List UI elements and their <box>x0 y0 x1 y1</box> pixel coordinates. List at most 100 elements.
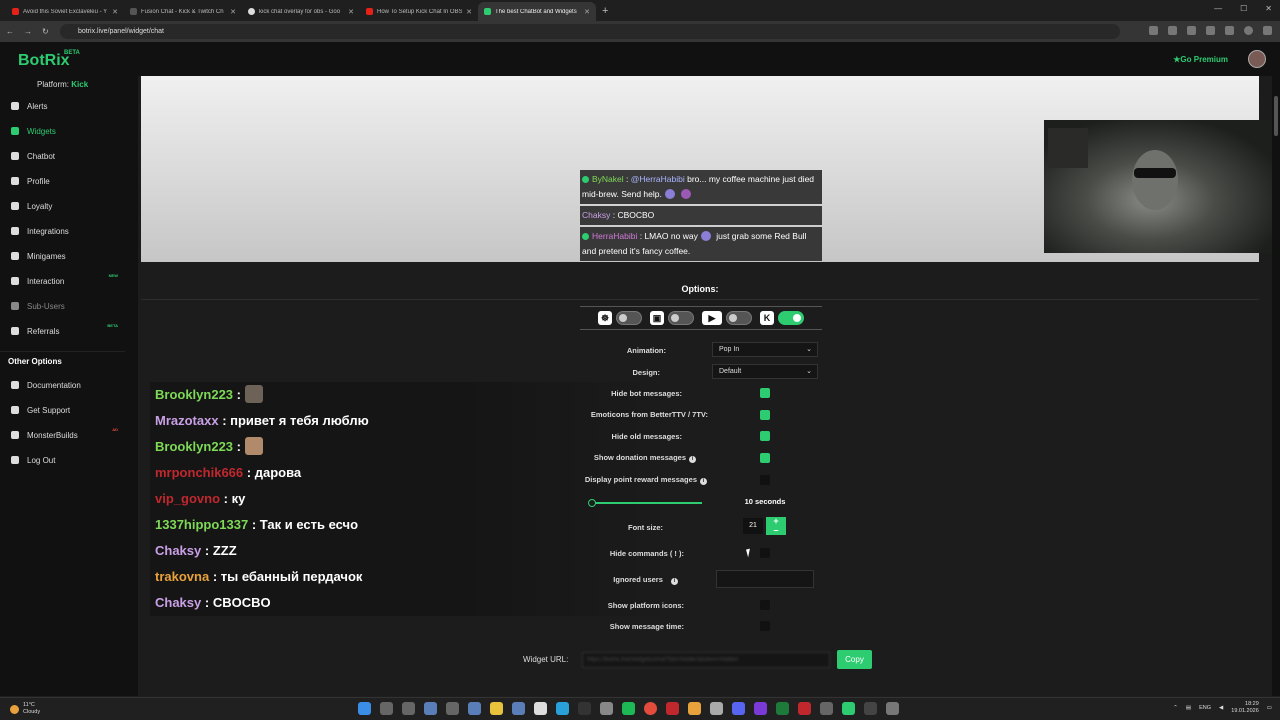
widget-url-field[interactable]: https://botrix.live/widgets/chat?bid=hid… <box>582 652 830 668</box>
ignored-users-input[interactable] <box>716 570 814 588</box>
point-reward-checkbox[interactable] <box>760 475 770 485</box>
spotify-icon[interactable] <box>622 702 635 715</box>
sidebar-item-log-out[interactable]: Log Out <box>0 450 138 470</box>
steam-icon[interactable] <box>578 702 591 715</box>
app-icon[interactable] <box>820 702 833 715</box>
close-tab-icon[interactable]: ✕ <box>230 8 236 16</box>
platform-toggle-twitch[interactable]: ▣ <box>650 311 694 325</box>
hide-old-duration-slider[interactable] <box>588 499 702 507</box>
forward-icon[interactable]: → <box>24 27 32 36</box>
folder-icon[interactable] <box>490 702 503 715</box>
profile-icon[interactable] <box>1244 26 1253 35</box>
sidebar-item-profile[interactable]: Profile <box>0 171 138 191</box>
avatar[interactable] <box>1248 50 1266 68</box>
bookmark-star-icon[interactable] <box>1149 26 1158 35</box>
font-size-input[interactable]: 21 <box>743 518 763 534</box>
hide-commands-checkbox[interactable] <box>760 548 770 558</box>
search-icon[interactable] <box>380 702 393 715</box>
browser-tab[interactable]: Avoid this Soviet Exclaveleu - Y ✕ <box>6 2 124 21</box>
app-icon[interactable] <box>798 702 811 715</box>
info-icon[interactable]: i <box>689 456 696 463</box>
app-icon[interactable] <box>512 702 525 715</box>
toggle[interactable] <box>778 311 804 325</box>
hide-old-checkbox[interactable] <box>760 431 770 441</box>
toggle[interactable] <box>668 311 694 325</box>
excel-icon[interactable] <box>776 702 789 715</box>
slider-knob[interactable] <box>588 499 596 507</box>
close-window-icon[interactable]: ✕ <box>1265 4 1272 13</box>
app-icon[interactable] <box>842 702 855 715</box>
sidebar-item-get-support[interactable]: Get Support <box>0 400 138 420</box>
url-input[interactable]: botrix.live/panel/widget/chat <box>60 24 1120 39</box>
browser-tab[interactable]: kick chat overlay for obs - Goo ✕ <box>242 2 360 21</box>
app-icon[interactable] <box>666 702 679 715</box>
hide-bot-checkbox[interactable] <box>760 388 770 398</box>
close-tab-icon[interactable]: ✕ <box>348 8 354 16</box>
obs-icon[interactable] <box>600 702 613 715</box>
reload-icon[interactable]: ↻ <box>42 27 49 36</box>
chrome-icon[interactable] <box>644 702 657 715</box>
show-time-checkbox[interactable] <box>760 621 770 631</box>
tray-chevron-icon[interactable]: ⌃ <box>1173 705 1178 711</box>
app-icon[interactable] <box>886 702 899 715</box>
browser-tab-active[interactable]: The best ChatBot and Widgets ✕ <box>478 2 596 21</box>
design-select[interactable]: Default ⌄ <box>712 364 818 379</box>
sidebar-item-chatbot[interactable]: Chatbot <box>0 146 138 166</box>
sidebar-item-loyalty[interactable]: Loyalty <box>0 196 138 216</box>
app-icon[interactable] <box>446 702 459 715</box>
info-icon[interactable]: i <box>700 478 707 485</box>
lang-indicator[interactable]: ENG <box>1199 705 1211 711</box>
extension-icon[interactable] <box>1206 26 1215 35</box>
sidebar-item-interaction[interactable]: Interaction NEW <box>0 271 138 291</box>
discord-icon[interactable] <box>732 702 745 715</box>
botrix-logo[interactable]: BotRix <box>18 52 70 70</box>
app-icon[interactable] <box>710 702 723 715</box>
sidebar-item-monsterbuilds[interactable]: MonsterBuilds AD <box>0 425 138 445</box>
info-icon[interactable]: i <box>671 578 678 585</box>
extension-icon[interactable] <box>1225 26 1234 35</box>
browser-tab[interactable]: Fusion Chat - Kick & Twitch Ch ✕ <box>124 2 242 21</box>
font-size-stepper[interactable]: + – <box>766 517 786 535</box>
sidebar-item-referrals[interactable]: Referrals BETA <box>0 321 138 341</box>
app-icon[interactable] <box>688 702 701 715</box>
task-view-icon[interactable] <box>402 702 415 715</box>
toggle[interactable] <box>616 311 642 325</box>
app-icon[interactable] <box>754 702 767 715</box>
copy-button[interactable]: Copy <box>837 650 872 669</box>
maximize-icon[interactable]: ☐ <box>1240 4 1247 13</box>
notification-icon[interactable]: ▭ <box>1267 705 1272 711</box>
platform-toggle-youtube[interactable]: ▶ <box>702 311 752 325</box>
back-icon[interactable]: ← <box>6 27 14 36</box>
go-premium-button[interactable]: ★Go Premium <box>1173 55 1228 64</box>
sidebar-item-widgets[interactable]: Widgets <box>0 121 138 141</box>
menu-icon[interactable] <box>1263 26 1272 35</box>
clock[interactable]: 18:29 19.01.2026 <box>1231 701 1259 715</box>
close-tab-icon[interactable]: ✕ <box>112 8 118 16</box>
extension-icon[interactable] <box>1168 26 1177 35</box>
show-platform-checkbox[interactable] <box>760 600 770 610</box>
page-scrollbar[interactable] <box>1272 76 1280 696</box>
sidebar-item-minigames[interactable]: Minigames <box>0 246 138 266</box>
toggle[interactable] <box>726 311 752 325</box>
sidebar-item-documentation[interactable]: Documentation <box>0 375 138 395</box>
weather-widget[interactable]: 11°C Cloudy <box>10 702 40 716</box>
close-tab-icon[interactable]: ✕ <box>584 8 590 16</box>
close-tab-icon[interactable]: ✕ <box>466 8 472 16</box>
platform-toggle-kick[interactable]: K <box>760 311 804 325</box>
extension-icon[interactable] <box>1187 26 1196 35</box>
app-icon[interactable] <box>424 702 437 715</box>
sidebar-item-alerts[interactable]: Alerts <box>0 96 138 116</box>
telegram-icon[interactable] <box>556 702 569 715</box>
volume-icon[interactable]: ◀ <box>1219 705 1223 711</box>
sidebar-item-sub-users[interactable]: Sub-Users <box>0 296 138 316</box>
browser-tab[interactable]: How To Setup Kick Chat In OBS ✕ <box>360 2 478 21</box>
start-icon[interactable] <box>358 702 371 715</box>
animation-select[interactable]: Pop In ⌄ <box>712 342 818 357</box>
app-icon[interactable] <box>864 702 877 715</box>
emoticons-checkbox[interactable] <box>760 410 770 420</box>
scrollbar-thumb[interactable] <box>1274 96 1278 136</box>
minimize-icon[interactable]: — <box>1214 4 1222 13</box>
sidebar-item-integrations[interactable]: Integrations <box>0 221 138 241</box>
app-icon[interactable] <box>534 702 547 715</box>
network-icon[interactable]: ▤ <box>1186 705 1191 711</box>
